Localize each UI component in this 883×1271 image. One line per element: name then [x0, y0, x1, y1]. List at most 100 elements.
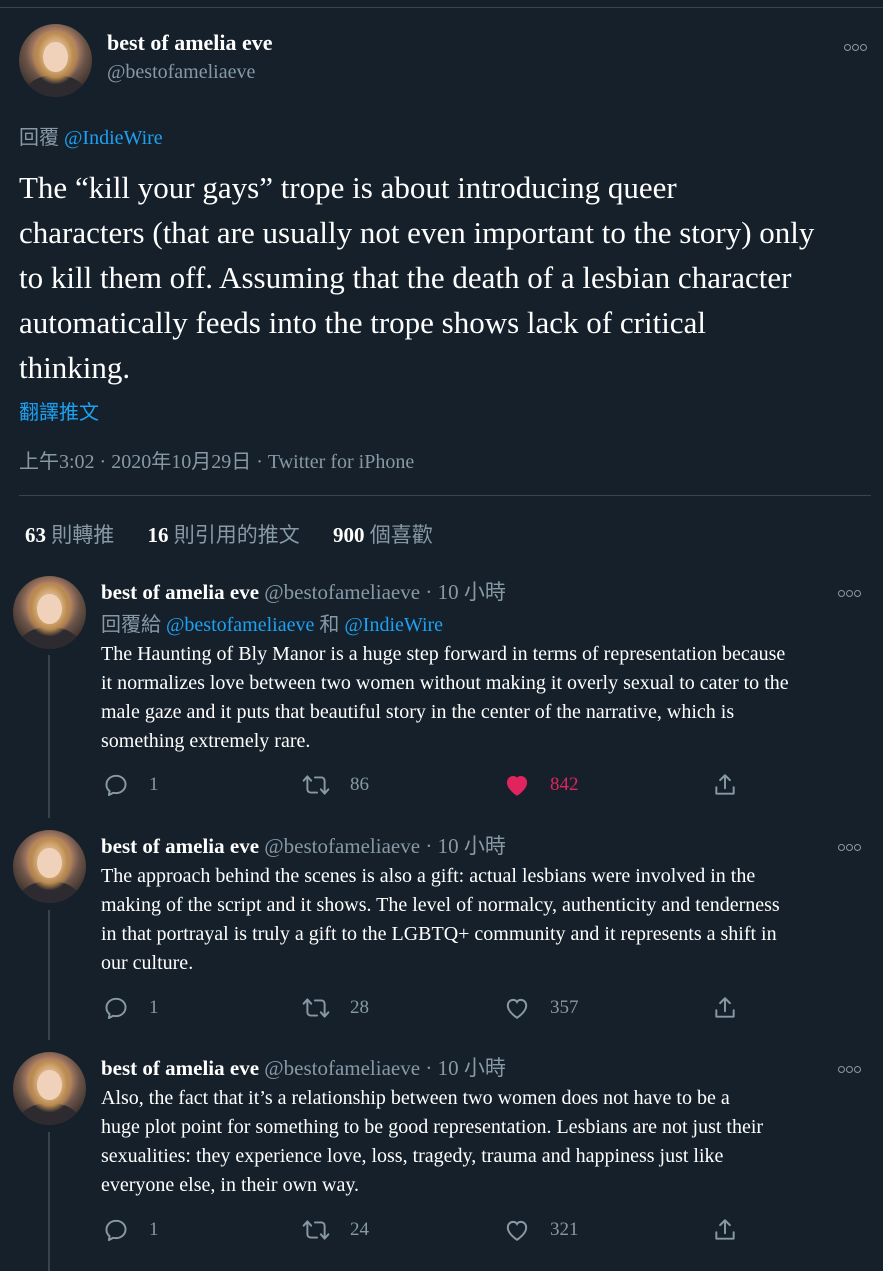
more-icon[interactable]: [844, 38, 868, 51]
reply-header: best of amelia eve @bestofameliaeve · 10…: [101, 830, 506, 860]
retweet-button[interactable]: 86: [302, 770, 369, 798]
divider: [19, 495, 871, 496]
reply-context: 回覆給 @bestofameliaeve 和 @IndieWire: [101, 608, 443, 637]
avatar[interactable]: [13, 576, 86, 649]
reply-icon: [105, 997, 127, 1019]
reply-icon: [105, 774, 127, 796]
retweet-count: 28: [350, 996, 369, 1018]
retweet-stat[interactable]: 63 則轉推: [25, 523, 120, 547]
author-name[interactable]: best of amelia eve: [101, 1056, 259, 1080]
reply-header: best of amelia eve @bestofameliaeve · 10…: [101, 1052, 506, 1082]
like-button[interactable]: 321: [504, 1215, 579, 1243]
retweet-icon: [302, 1220, 330, 1240]
reply-text: The Haunting of Bly Manor is a huge step…: [101, 640, 789, 756]
share-icon: [715, 1218, 735, 1240]
reply-text: The approach behind the scenes is also a…: [101, 862, 780, 978]
retweet-count: 63: [25, 523, 46, 547]
tweet-text-line: to kill them off. Assuming that the deat…: [19, 260, 792, 295]
reply-to-link[interactable]: @IndieWire: [64, 127, 163, 149]
author-name[interactable]: best of amelia eve: [101, 580, 259, 604]
reply-text-line: Also, the fact that it’s a relationship …: [101, 1087, 730, 1109]
reply-text-line: huge plot point for something to be good…: [101, 1116, 764, 1138]
tweet-stats: 63 則轉推 16 則引用的推文 900 個喜歡: [25, 519, 433, 549]
reply-text-line: something extremely rare.: [101, 730, 311, 752]
reply-button[interactable]: 1: [103, 993, 159, 1021]
reply-header: best of amelia eve @bestofameliaeve · 10…: [101, 576, 506, 606]
reply-text-line: it normalizes love between two women wit…: [101, 672, 789, 694]
reply-count: 1: [149, 1218, 159, 1240]
like-count: 357: [550, 996, 579, 1018]
quote-count: 16: [147, 523, 169, 547]
thread-line: [48, 1132, 50, 1271]
retweet-button[interactable]: 24: [302, 1215, 369, 1243]
reply-to-link[interactable]: @IndieWire: [344, 614, 443, 636]
reply-text-line: The approach behind the scenes is also a…: [101, 865, 756, 887]
like-button[interactable]: 842: [504, 770, 579, 798]
share-button[interactable]: [712, 770, 738, 798]
reply-text-line: male gaze and it puts that beautiful sto…: [101, 701, 735, 723]
avatar[interactable]: [19, 24, 92, 97]
like-stat[interactable]: 900 個喜歡: [333, 523, 433, 547]
share-button[interactable]: [712, 993, 738, 1021]
like-count: 842: [550, 773, 579, 795]
reply-button[interactable]: 1: [103, 1215, 159, 1243]
tweet-text-line: thinking.: [19, 350, 131, 385]
reply-prefix: 回覆給: [101, 614, 161, 636]
like-count: 321: [550, 1218, 579, 1240]
author-handle[interactable]: @bestofameliaeve: [264, 834, 420, 858]
like-icon: [506, 775, 528, 796]
author-name[interactable]: best of amelia eve: [107, 30, 273, 56]
like-icon: [506, 998, 528, 1019]
reply-context: 回覆 @IndieWire: [19, 121, 163, 150]
thread-line: [48, 655, 50, 818]
reply-count: 1: [149, 773, 159, 795]
share-button[interactable]: [712, 1215, 738, 1243]
tweet-text-line: characters (that are usually not even im…: [19, 215, 815, 250]
reply-text-line: our culture.: [101, 952, 194, 974]
reply-text-line: sexualities: they experience love, loss,…: [101, 1145, 724, 1167]
retweet-count: 24: [350, 1218, 369, 1240]
reply-to-link[interactable]: @bestofameliaeve: [166, 614, 314, 636]
reply-text-line: making of the script and it shows. The l…: [101, 894, 780, 916]
author-handle[interactable]: @bestofameliaeve: [107, 61, 255, 84]
more-icon[interactable]: [838, 838, 862, 851]
reply-text-line: in that portrayal is truly a gift to the…: [101, 923, 777, 945]
like-count: 900: [333, 523, 365, 547]
retweet-button[interactable]: 28: [302, 993, 369, 1021]
reply-prefix: 回覆: [19, 127, 59, 149]
author-handle[interactable]: @bestofameliaeve: [264, 1056, 420, 1080]
quote-label: 則引用的推文: [173, 523, 300, 547]
like-button[interactable]: 357: [504, 993, 579, 1021]
retweet-icon: [302, 998, 330, 1018]
quote-stat[interactable]: 16 則引用的推文: [148, 523, 306, 547]
author-name[interactable]: best of amelia eve: [101, 834, 259, 858]
reply-button[interactable]: 1: [103, 770, 159, 798]
reply-text: Also, the fact that it’s a relationship …: [101, 1084, 763, 1200]
share-icon: [715, 773, 735, 795]
more-icon[interactable]: [838, 1060, 862, 1073]
reply-count: 1: [149, 996, 159, 1018]
retweet-label: 則轉推: [51, 523, 115, 547]
reply-joiner: 和: [319, 614, 340, 636]
retweet-count: 86: [350, 773, 369, 795]
avatar[interactable]: [13, 1052, 86, 1125]
timestamp[interactable]: · 10 小時: [425, 834, 506, 858]
like-icon: [506, 1220, 528, 1241]
reply-text-line: The Haunting of Bly Manor is a huge step…: [101, 643, 786, 665]
share-icon: [715, 996, 735, 1018]
tweet-text-line: automatically feeds into the trope shows…: [19, 305, 706, 340]
tweet-meta[interactable]: 上午3:02 · 2020年10月29日 · Twitter for iPhon…: [19, 445, 414, 474]
timestamp[interactable]: · 10 小時: [425, 580, 506, 604]
reply-text-line: everyone else, in their own way.: [101, 1174, 360, 1196]
avatar[interactable]: [13, 830, 86, 903]
author-handle[interactable]: @bestofameliaeve: [264, 580, 420, 604]
retweet-icon: [302, 775, 330, 795]
like-label: 個喜歡: [369, 523, 433, 547]
tweet-text-line: The “kill your gays” trope is about intr…: [19, 170, 677, 205]
tweet-text: The “kill your gays” trope is about intr…: [19, 165, 814, 390]
translate-link[interactable]: 翻譯推文: [19, 396, 99, 425]
more-icon[interactable]: [838, 584, 862, 597]
top-border: [0, 0, 883, 8]
timestamp[interactable]: · 10 小時: [425, 1056, 506, 1080]
reply-icon: [105, 1219, 127, 1241]
